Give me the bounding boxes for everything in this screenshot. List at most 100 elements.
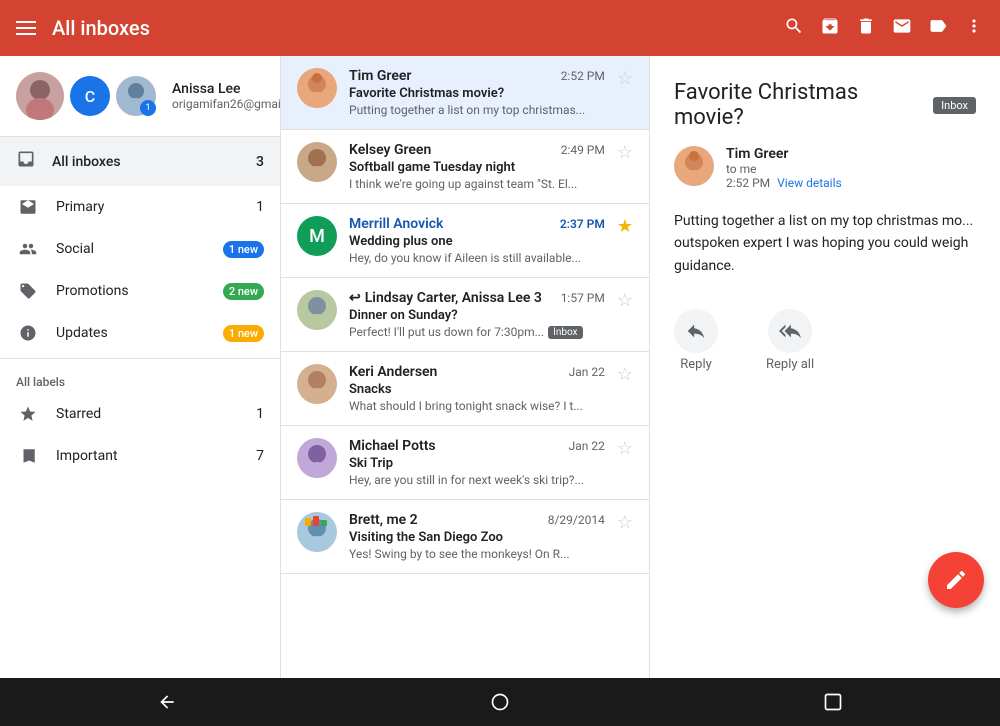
promotions-label: Promotions — [56, 283, 207, 299]
detail-sender-info: Tim Greer to me 2:52 PM View details — [726, 146, 976, 190]
inbox-icon — [16, 149, 36, 174]
email-subject-5: Snacks — [349, 382, 605, 397]
email-list: Tim Greer 2:52 PM Favorite Christmas mov… — [280, 56, 650, 678]
email-actions-7: ☆ — [617, 512, 633, 533]
email-sender-3: Merrill Anovick — [349, 216, 443, 232]
star-6[interactable]: ☆ — [617, 438, 633, 459]
email-actions-6: ☆ — [617, 438, 633, 459]
page-title: All inboxes — [52, 16, 150, 40]
email-content-1: Tim Greer 2:52 PM Favorite Christmas mov… — [349, 68, 605, 117]
account-name: Anissa Lee — [172, 81, 280, 97]
email-item-2[interactable]: Kelsey Green 2:49 PM Softball game Tuesd… — [281, 130, 649, 204]
detail-to: to me — [726, 162, 976, 176]
search-icon[interactable] — [784, 16, 804, 41]
important-count: 7 — [256, 448, 264, 464]
email-item-7[interactable]: Brett, me 2 8/29/2014 Visiting the San D… — [281, 500, 649, 574]
bottom-nav — [0, 678, 1000, 726]
email-time-4: 1:57 PM — [561, 291, 605, 305]
email-item-1[interactable]: Tim Greer 2:52 PM Favorite Christmas mov… — [281, 56, 649, 130]
sidebar: C 1 Anissa Lee origamifan26@gmail.com — [0, 56, 280, 678]
promotions-badge: 2 new — [223, 283, 264, 300]
email-preview-3: Hey, do you know if Aileen is still avai… — [349, 251, 605, 265]
sidebar-divider — [0, 358, 280, 359]
email-time-2: 2:49 PM — [561, 143, 605, 157]
sidebar-item-starred[interactable]: Starred 1 — [0, 393, 280, 435]
all-inboxes-nav[interactable]: All inboxes 3 — [0, 137, 280, 186]
email-sender-7: Brett, me 2 — [349, 512, 418, 528]
email-item-6[interactable]: Michael Potts Jan 22 Ski Trip Hey, are y… — [281, 426, 649, 500]
primary-label: Primary — [56, 199, 240, 215]
home-button[interactable] — [490, 692, 510, 712]
reply-icon — [674, 309, 718, 353]
detail-inbox-badge: Inbox — [933, 97, 976, 114]
email-preview-1: Putting together a list on my top christ… — [349, 103, 605, 117]
updates-icon — [16, 324, 40, 342]
email-actions-3: ★ — [617, 216, 633, 237]
star-1[interactable]: ☆ — [617, 68, 633, 89]
sidebar-item-promotions[interactable]: Promotions 2 new — [0, 270, 280, 312]
hamburger-menu[interactable] — [16, 21, 36, 35]
email-subject-4: Dinner on Sunday? — [349, 308, 605, 323]
star-5[interactable]: ☆ — [617, 364, 633, 385]
email-content-6: Michael Potts Jan 22 Ski Trip Hey, are y… — [349, 438, 605, 487]
account-email: origamifan26@gmail.com — [172, 97, 280, 111]
promotions-icon — [16, 282, 40, 300]
avatar-small-group[interactable]: 1 — [116, 76, 156, 116]
more-icon[interactable] — [964, 16, 984, 41]
sidebar-item-important[interactable]: Important 7 — [0, 435, 280, 477]
all-labels-section: All labels — [0, 363, 280, 393]
email-preview-2: I think we're going up against team "St.… — [349, 177, 605, 191]
sidebar-item-updates[interactable]: Updates 1 new — [0, 312, 280, 354]
starred-label: Starred — [56, 406, 240, 422]
email-time-5: Jan 22 — [569, 365, 605, 379]
email-sender-4: ↩ Lindsay Carter, Anissa Lee 3 — [349, 290, 542, 306]
sidebar-item-primary[interactable]: Primary 1 — [0, 186, 280, 228]
archive-icon[interactable] — [820, 16, 840, 41]
email-item-3[interactable]: M Merrill Anovick 2:37 PM Wedding plus o… — [281, 204, 649, 278]
email-time-6: Jan 22 — [569, 439, 605, 453]
reply-all-icon — [768, 309, 812, 353]
all-inboxes-count: 3 — [256, 154, 264, 170]
email-sender-6: Michael Potts — [349, 438, 436, 454]
account-section: C 1 Anissa Lee origamifan26@gmail.com — [0, 56, 280, 137]
reply-button[interactable]: Reply — [674, 309, 718, 372]
star-3[interactable]: ★ — [617, 216, 633, 237]
social-badge: 1 new — [223, 241, 264, 258]
email-item-5[interactable]: Keri Andersen Jan 22 Snacks What should … — [281, 352, 649, 426]
reply-label: Reply — [680, 357, 712, 372]
delete-icon[interactable] — [856, 16, 876, 41]
email-subject-6: Ski Trip — [349, 456, 605, 471]
email-avatar-7 — [297, 512, 337, 552]
email-actions-2: ☆ — [617, 142, 633, 163]
star-7[interactable]: ☆ — [617, 512, 633, 533]
primary-icon — [16, 198, 40, 216]
star-2[interactable]: ☆ — [617, 142, 633, 163]
top-bar: All inboxes — [0, 0, 1000, 56]
sidebar-item-social[interactable]: Social 1 new — [0, 228, 280, 270]
email-time-1: 2:52 PM — [561, 69, 605, 83]
email-content-7: Brett, me 2 8/29/2014 Visiting the San D… — [349, 512, 605, 561]
email-subject-1: Favorite Christmas movie? — [349, 86, 605, 101]
recents-button[interactable] — [823, 692, 843, 712]
email-avatar-6 — [297, 438, 337, 478]
mail-icon[interactable] — [892, 16, 912, 41]
email-avatar-2 — [297, 142, 337, 182]
email-content-2: Kelsey Green 2:49 PM Softball game Tuesd… — [349, 142, 605, 191]
label-icon[interactable] — [928, 16, 948, 41]
email-sender-2: Kelsey Green — [349, 142, 431, 158]
social-label: Social — [56, 241, 207, 257]
view-details-link[interactable]: View details — [777, 176, 842, 190]
primary-count: 1 — [256, 199, 264, 215]
email-actions-5: ☆ — [617, 364, 633, 385]
avatar-c[interactable]: C — [70, 76, 110, 116]
avatar-anissa[interactable] — [16, 72, 64, 120]
email-item-4[interactable]: ↩ Lindsay Carter, Anissa Lee 3 1:57 PM D… — [281, 278, 649, 352]
detail-avatar — [674, 146, 714, 186]
star-4[interactable]: ☆ — [617, 290, 633, 311]
compose-fab[interactable] — [928, 552, 984, 608]
reply-all-button[interactable]: Reply all — [766, 309, 814, 372]
email-subject-3: Wedding plus one — [349, 234, 605, 249]
email-preview-6: Hey, are you still in for next week's sk… — [349, 473, 605, 487]
email-content-4: ↩ Lindsay Carter, Anissa Lee 3 1:57 PM D… — [349, 290, 605, 339]
back-button[interactable] — [157, 692, 177, 712]
